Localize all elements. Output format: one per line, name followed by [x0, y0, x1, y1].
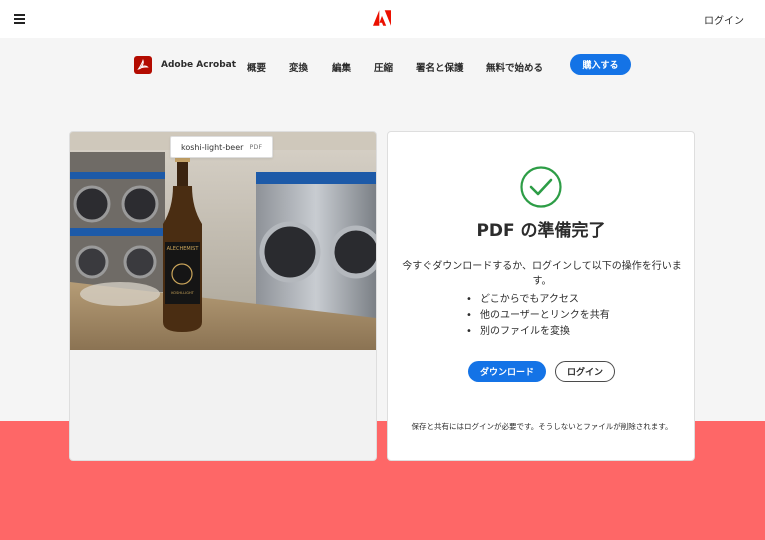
download-button[interactable]: ダウンロード — [468, 361, 546, 382]
bottle-label-top: ALECHEMIST — [167, 246, 200, 252]
nav-item-compress[interactable]: 圧縮 — [374, 60, 393, 74]
bottle-label-bottom: KOSHI-LIGHT — [171, 291, 194, 295]
file-name: koshi-light-beer — [181, 142, 244, 152]
login-button[interactable]: ログイン — [555, 361, 615, 382]
buy-button[interactable]: 購入する — [570, 54, 631, 75]
feature-item: どこからでもアクセス — [466, 292, 610, 308]
top-login-link[interactable]: ログイン — [704, 12, 744, 27]
nav-item-convert[interactable]: 変換 — [289, 60, 308, 74]
success-check-icon — [520, 166, 562, 208]
login-note: 保存と共有にはログインが必要です。そうしないとファイルが削除されます。 — [411, 422, 673, 431]
result-description: 今すぐダウンロードするか、ログインして以下の操作を行います。 — [402, 261, 682, 287]
nav-item-start-free[interactable]: 無料で始める — [486, 60, 543, 74]
feature-list: どこからでもアクセス 他のユーザーとリンクを共有 別のファイルを変換 — [466, 292, 610, 340]
file-preview-image: ALECHEMIST KOSHI-LIGHT — [70, 132, 376, 350]
acrobat-logo-icon[interactable] — [134, 56, 152, 74]
adobe-logo-icon[interactable] — [373, 10, 391, 26]
feature-item: 他のユーザーとリンクを共有 — [466, 308, 610, 324]
file-preview-card: ALECHEMIST KOSHI-LIGHT — [69, 131, 377, 461]
feature-item: 別のファイルを変換 — [466, 324, 610, 340]
nav-item-sign-protect[interactable]: 署名と保護 — [416, 60, 464, 74]
brand-name[interactable]: Adobe Acrobat — [161, 60, 236, 70]
file-type: PDF — [249, 143, 263, 151]
nav-item-edit[interactable]: 編集 — [332, 60, 351, 74]
file-name-tooltip: koshi-light-beer PDF — [170, 136, 274, 158]
result-title: PDF の準備完了 — [476, 221, 606, 241]
result-card: PDF の準備完了 今すぐダウンロードするか、ログインして以下の操作を行います。… — [387, 131, 695, 461]
nav-item-overview[interactable]: 概要 — [247, 60, 266, 74]
hamburger-menu-icon[interactable] — [14, 14, 25, 24]
